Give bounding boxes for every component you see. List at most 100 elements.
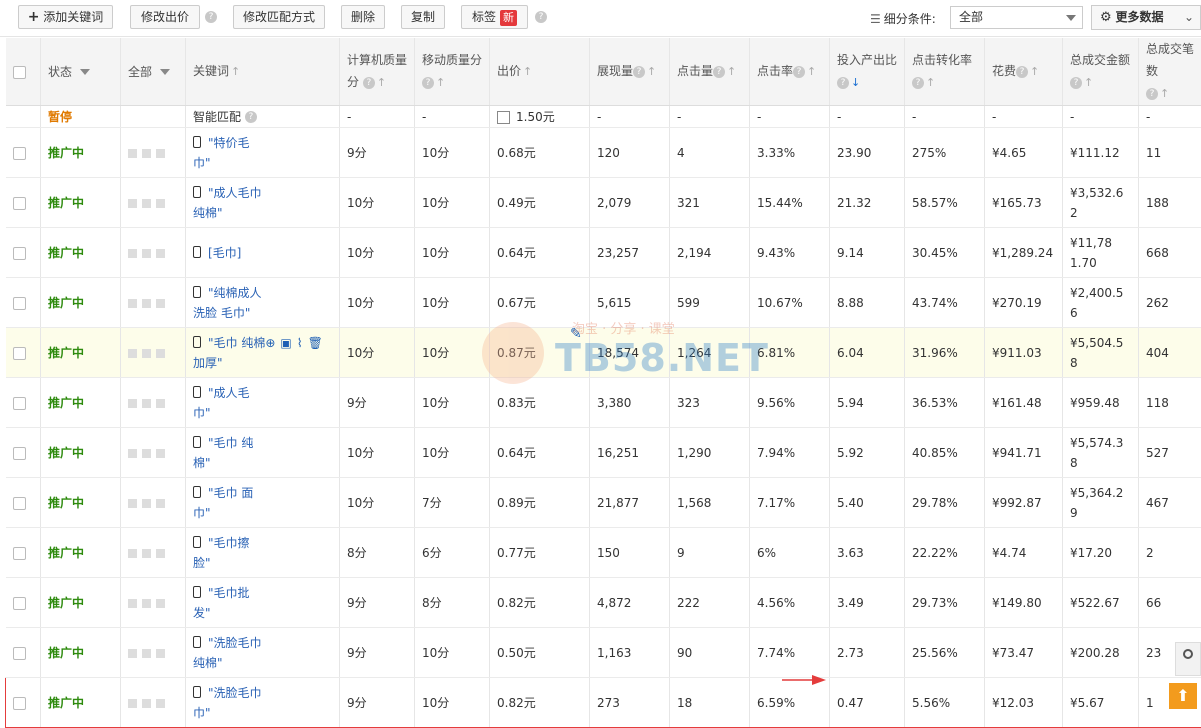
bid-cell[interactable]: 0.64元 [490,428,590,478]
row-checkbox[interactable] [13,147,26,160]
status-badge[interactable]: 暂停 [48,110,72,124]
keyword-cell[interactable]: "毛巾批发" [186,578,340,628]
header-cvr[interactable]: 点击转化率?↑ [905,38,985,106]
back-to-top-button[interactable]: ⬆ [1169,683,1197,709]
status-badge[interactable]: 推广中 [48,346,84,360]
report-icon[interactable]: ▣ [280,333,291,353]
tag-dots[interactable] [128,296,170,310]
select-all-checkbox[interactable] [13,66,26,79]
header-gmv[interactable]: 总成交金额?↑ [1063,38,1139,106]
sort-icon[interactable]: ↑ [1030,61,1039,83]
sort-icon[interactable]: ↑ [231,61,240,83]
sort-icon[interactable]: ↑ [1160,83,1169,105]
delete-button[interactable]: 删除 [341,5,385,29]
help-icon[interactable]: ? [245,111,257,123]
status-badge[interactable]: 推广中 [48,546,84,560]
status-badge[interactable]: 推广中 [48,446,84,460]
header-mobile-quality[interactable]: 移动质量分?↑ [415,38,490,106]
add-keyword-button[interactable]: + 添加关键词 [18,5,113,29]
status-badge[interactable]: 推广中 [48,696,84,710]
tag-button[interactable]: 标签新 [461,5,528,29]
sort-icon[interactable]: ↑ [523,61,532,83]
header-bid[interactable]: 出价↑ [490,38,590,106]
row-checkbox[interactable] [13,697,26,710]
keyword-cell[interactable]: "成人毛巾纯棉" [186,178,340,228]
keyword-link[interactable]: 发" [193,606,211,620]
keyword-link[interactable]: "特价毛 [208,136,250,150]
tag-dots[interactable] [128,596,170,610]
keyword-cell[interactable]: "毛巾 纯棉" [186,428,340,478]
bid-cell[interactable]: 0.77元 [490,528,590,578]
row-checkbox[interactable] [13,647,26,660]
calculator-icon[interactable] [497,111,510,124]
user-service-icon[interactable] [1175,642,1201,676]
row-checkbox[interactable] [13,547,26,560]
trend-chart-icon[interactable]: ⌇ [297,333,303,353]
bid-cell[interactable]: 0.68元 [490,128,590,178]
sort-icon[interactable]: ↑ [436,72,445,94]
keyword-cell[interactable]: "毛巾 纯棉⊕▣⌇🗑加厚" [186,328,340,378]
help-icon[interactable]: ? [363,77,375,89]
status-badge[interactable]: 推广中 [48,146,84,160]
row-checkbox[interactable] [13,447,26,460]
row-checkbox[interactable] [13,347,26,360]
help-icon[interactable]: ? [422,77,434,89]
keyword-link[interactable]: "洗脸毛巾 [208,686,262,700]
bid-cell[interactable]: 1.50元 [490,106,590,128]
header-status[interactable]: 状态 [41,38,121,106]
status-badge[interactable]: 推广中 [48,196,84,210]
bid-cell[interactable]: 0.83元 [490,378,590,428]
copy-button[interactable]: 复制 [401,5,445,29]
keyword-cell[interactable]: "洗脸毛巾纯棉" [186,628,340,678]
header-roi[interactable]: 投入产出比?↓ [830,38,905,106]
keyword-link[interactable]: 棉" [193,456,211,470]
header-all[interactable]: 全部 [121,38,186,106]
status-badge[interactable]: 推广中 [48,296,84,310]
row-checkbox[interactable] [13,397,26,410]
globe-icon[interactable]: ⊕ [265,333,275,353]
keyword-link[interactable]: 巾" [193,506,211,520]
keyword-link[interactable]: 加厚" [193,356,223,370]
row-checkbox[interactable] [13,247,26,260]
keyword-link[interactable]: "毛巾批 [208,586,250,600]
bid-cell[interactable]: 0.64元 [490,228,590,278]
keyword-link[interactable]: [毛巾] [208,246,241,260]
bid-cell[interactable]: 0.67元 [490,278,590,328]
help-icon[interactable]: ? [713,66,725,78]
keyword-cell[interactable]: "毛巾擦脸" [186,528,340,578]
header-keyword[interactable]: 关键词↑ [186,38,340,106]
keyword-link[interactable]: "毛巾 纯棉 [208,336,265,350]
filter-select[interactable]: 全部 [950,6,1083,29]
help-icon[interactable]: ? [837,77,849,89]
help-icon[interactable]: ? [205,11,217,23]
keyword-link[interactable]: "毛巾擦 [208,536,250,550]
tag-dots[interactable] [128,246,170,260]
header-ctr[interactable]: 点击率?↑ [750,38,830,106]
keyword-link[interactable]: 纯棉" [193,206,223,220]
keyword-link[interactable]: "毛巾 面 [208,486,253,500]
row-checkbox[interactable] [13,497,26,510]
edit-pencil-icon[interactable]: ✎ [570,326,582,342]
status-badge[interactable]: 推广中 [48,396,84,410]
keyword-cell[interactable]: "洗脸毛巾巾" [186,678,340,728]
modify-match-button[interactable]: 修改匹配方式 [233,5,325,29]
keyword-link[interactable]: "毛巾 纯 [208,436,253,450]
keyword-link[interactable]: "成人毛巾 [208,186,262,200]
sort-icon[interactable]: ↑ [807,61,816,83]
status-badge[interactable]: 推广中 [48,246,84,260]
bid-cell[interactable]: 0.82元 [490,678,590,728]
sort-icon[interactable]: ↑ [647,61,656,83]
sort-icon[interactable]: ↑ [1084,72,1093,94]
modify-bid-button[interactable]: 修改出价 [130,5,200,29]
help-icon[interactable]: ? [793,66,805,78]
keyword-link[interactable]: 巾" [193,156,211,170]
tag-dots[interactable] [128,446,170,460]
tag-dots[interactable] [128,146,170,160]
tag-dots[interactable] [128,196,170,210]
keyword-link[interactable]: "纯棉成人 [208,286,262,300]
bid-cell[interactable]: 0.49元 [490,178,590,228]
bid-cell[interactable]: 0.50元 [490,628,590,678]
help-icon[interactable]: ? [633,66,645,78]
row-checkbox[interactable] [13,197,26,210]
tag-dots[interactable] [128,646,170,660]
